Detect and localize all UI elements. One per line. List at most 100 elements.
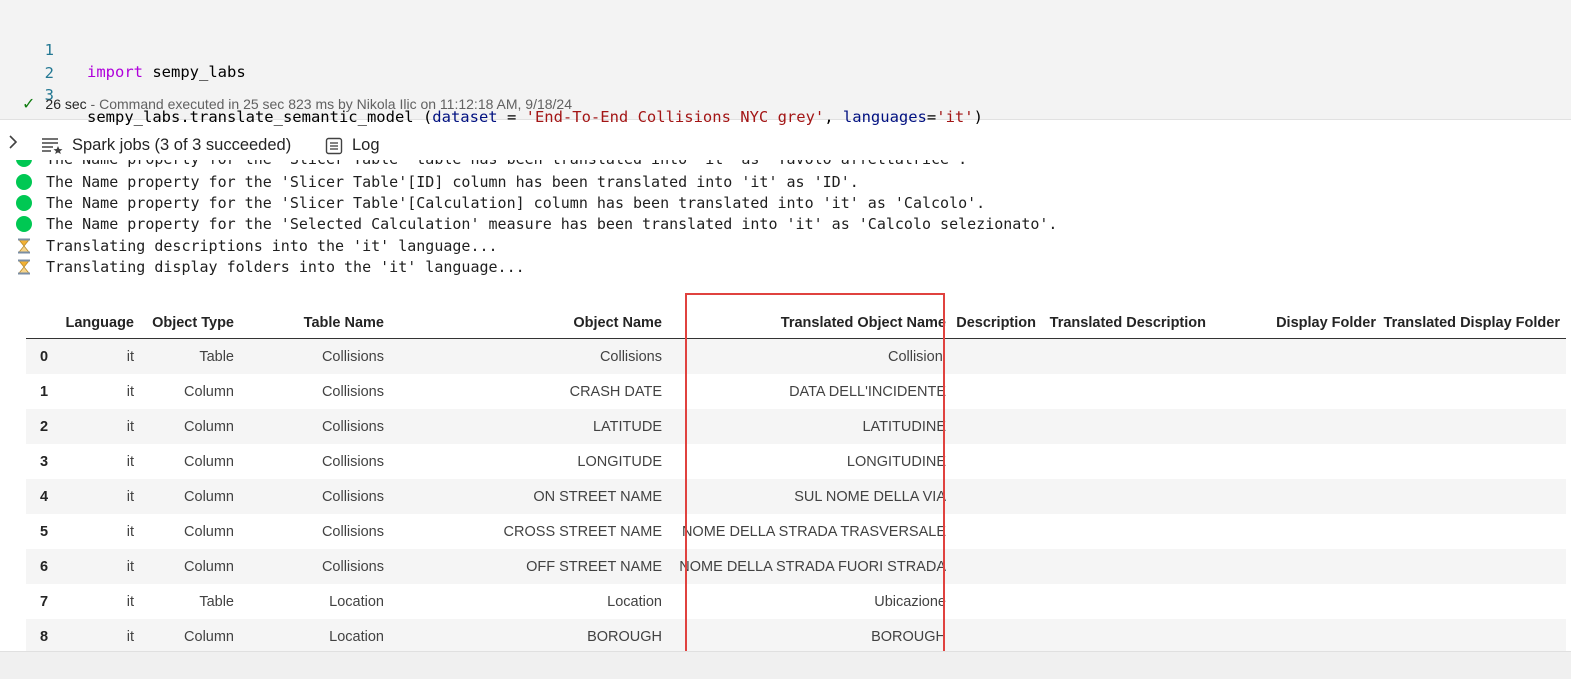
table-cell: CRASH DATE <box>569 383 662 400</box>
column-header: Object Name <box>390 307 668 339</box>
table-cell: it <box>61 479 140 514</box>
code-operator: = <box>926 108 937 126</box>
table-cell <box>1042 374 1212 409</box>
table-cell: CROSS STREET NAME <box>503 523 662 540</box>
row-index: 7 <box>40 593 49 610</box>
table-cell <box>952 374 1042 409</box>
table-cell <box>1382 409 1566 444</box>
line-number: 2 <box>44 64 54 82</box>
row-index: 0 <box>26 338 61 374</box>
table-cell: it <box>126 593 134 610</box>
success-dot-icon <box>16 174 32 190</box>
table-row: 3 it Column Collisions LONGITUDE LONGITUDINE <box>26 444 1566 479</box>
table-cell: Column <box>140 479 240 514</box>
table-cell: Location <box>329 593 384 610</box>
row-index: 3 <box>40 453 49 470</box>
dataframe-table[interactable]: Language Object Type Table Name Object N… <box>26 307 1566 654</box>
table-cell <box>1212 514 1382 549</box>
table-cell: Collisioni <box>668 338 952 374</box>
row-index: 6 <box>26 549 61 584</box>
column-header: Table Name <box>240 307 390 339</box>
table-cell: LATITUDINE <box>668 409 952 444</box>
table-cell: it <box>61 338 140 374</box>
table-cell: Column <box>140 619 240 654</box>
table-cell: LATITUDE <box>390 409 668 444</box>
table-cell: Column <box>184 383 234 400</box>
table-cell: Collisions <box>240 409 390 444</box>
table-cell <box>1382 549 1566 584</box>
table-cell <box>1382 444 1566 479</box>
log-line: The Name property for the 'Slicer Table'… <box>16 172 859 193</box>
table-cell <box>1042 444 1212 479</box>
cell-output-log[interactable]: The Name property for the 'Slicer Table'… <box>0 160 1571 280</box>
table-cell: LONGITUDE <box>577 453 662 470</box>
table-cell <box>1212 479 1382 514</box>
code-paren: ) <box>973 108 983 126</box>
log-button[interactable]: Log <box>352 133 380 157</box>
checkmark-icon: ✓ <box>22 96 36 113</box>
column-header: Translated Description <box>1042 307 1212 339</box>
code-line-3[interactable]: 3 sempy_labs.translate_semantic_model (d… <box>0 62 983 126</box>
table-row: 6 it Column Collisions OFF STREET NAME NOME D… <box>26 549 1566 584</box>
table-header-row: Language Object Type Table Name Object N… <box>26 307 1566 339</box>
table-cell: ON STREET NAME <box>390 479 668 514</box>
table-cell <box>1042 549 1212 584</box>
table-cell <box>1212 374 1382 409</box>
code-line-2[interactable]: 2 <box>0 40 54 82</box>
column-header: Translated Display Folder <box>1382 307 1566 339</box>
table-row: 7 it Table Location Location Ubicazione <box>26 584 1566 619</box>
log-icon[interactable] <box>325 137 343 162</box>
row-index: 4 <box>26 479 61 514</box>
row-index: 2 <box>26 409 61 444</box>
table-cell <box>1212 549 1382 584</box>
table-cell: Collisions <box>321 523 384 540</box>
table-cell: it <box>61 619 140 654</box>
execution-details: - Command executed in 25 sec 823 ms by N… <box>86 96 572 112</box>
success-dot-icon <box>16 160 32 167</box>
column-header: Language <box>61 307 140 339</box>
spark-jobs-icon[interactable] <box>41 137 63 161</box>
code-line-1[interactable]: 1 import sempy_labs <box>0 17 246 81</box>
table-cell <box>952 514 1042 549</box>
table-cell <box>1042 619 1212 654</box>
table-row: 4 it Column Collisions ON STREET NAME SUL NOM… <box>26 479 1566 514</box>
log-line: The Name property for the 'Slicer Table'… <box>16 193 985 214</box>
table-cell <box>1042 584 1212 619</box>
table-cell <box>1042 409 1212 444</box>
table-cell <box>952 338 1042 374</box>
row-index: 1 <box>40 383 49 400</box>
table-cell: Column <box>184 453 234 470</box>
table-cell: Location <box>607 593 662 610</box>
table-cell: it <box>61 409 140 444</box>
execution-duration: 26 sec <box>45 96 87 112</box>
column-header-index <box>26 307 61 339</box>
table-cell: it <box>61 549 140 584</box>
table-cell: it <box>126 523 134 540</box>
log-line: Translating descriptions into the 'it' l… <box>16 236 498 257</box>
table-cell <box>1212 338 1382 374</box>
table-cell <box>1042 338 1212 374</box>
table-cell <box>952 409 1042 444</box>
table-cell <box>1382 374 1566 409</box>
table-cell: Column <box>140 549 240 584</box>
spark-jobs-toggle[interactable]: Spark jobs (3 of 3 succeeded) <box>72 133 291 157</box>
table-cell <box>1212 444 1382 479</box>
code-string: 'it' <box>936 108 974 126</box>
table-cell: Location <box>240 619 390 654</box>
table-cell <box>952 479 1042 514</box>
code-param: languages <box>842 108 927 126</box>
hourglass-icon <box>16 238 32 254</box>
table-cell: OFF STREET NAME <box>390 549 668 584</box>
code-cell[interactable]: 1 import sempy_labs 2 3 sempy_labs.trans… <box>0 0 1571 126</box>
table-cell <box>1382 619 1566 654</box>
table-cell <box>1212 584 1382 619</box>
success-dot-icon <box>16 216 32 232</box>
table-row: 1 it Column Collisions CRASH DATE DATA DELL'I… <box>26 374 1566 409</box>
horizontal-scrollbar[interactable] <box>0 651 1571 680</box>
column-header: Display Folder <box>1212 307 1382 339</box>
hourglass-icon <box>16 259 32 275</box>
log-line: Translating display folders into the 'it… <box>16 257 525 278</box>
chevron-right-icon[interactable] <box>8 133 18 157</box>
table-cell: Column <box>184 523 234 540</box>
code-text: sempy_labs <box>143 63 246 81</box>
